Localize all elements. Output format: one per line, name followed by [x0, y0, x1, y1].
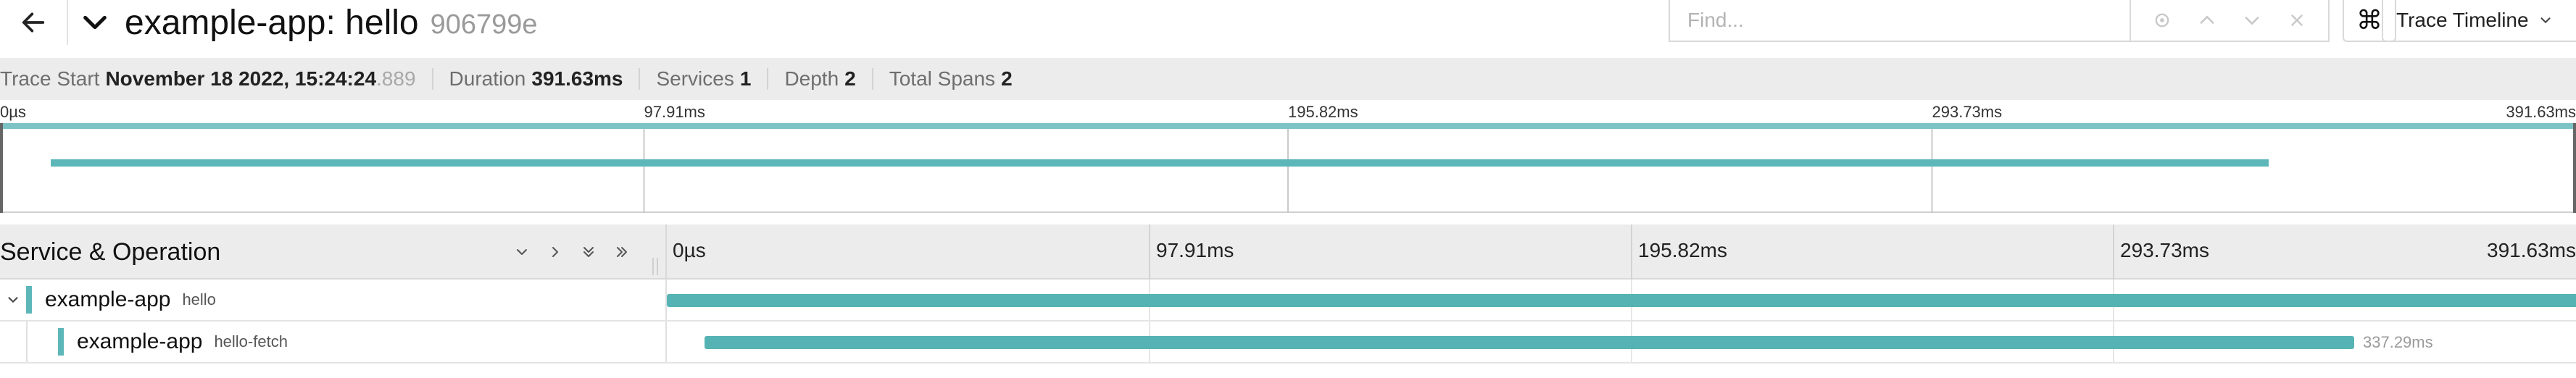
trace-id: 906799e [430, 9, 538, 40]
trace-start-value: November 18 2022, 15:24:24.889 [105, 67, 415, 91]
trace-start: Trace Start November 18 2022, 15:24:24.8… [0, 67, 433, 91]
minimap-tick-label: 195.82ms [1288, 103, 1358, 121]
services-value: 1 [739, 67, 752, 90]
trace-start-datetime: November 18 2022, 15:24:24 [105, 67, 377, 90]
span-timeline-cell[interactable]: 337.29ms [667, 322, 2576, 362]
double-chevron-right-icon[interactable] [610, 238, 633, 266]
span-duration-label: 337.29ms [2363, 333, 2433, 351]
timeline-tick-label: 391.63ms [2487, 239, 2576, 261]
service-color-marker [58, 328, 64, 356]
chevron-down-icon [83, 15, 107, 30]
find-input[interactable] [1669, 0, 2130, 42]
duration-label: Duration [449, 67, 526, 90]
chevron-down-icon[interactable] [510, 238, 533, 266]
duration-value: 391.63ms [531, 67, 623, 90]
span-bar[interactable] [705, 336, 2354, 349]
minimap-tick-label: 391.63ms [2506, 103, 2576, 121]
timeline-tick-label: 293.73ms [2120, 239, 2209, 261]
chevron-down-icon [8, 297, 18, 303]
view-select-label: Trace Timeline [2396, 9, 2529, 31]
service-operation-header: Service & Operation [0, 224, 667, 280]
span-timeline-cell[interactable] [667, 280, 2576, 320]
span-indent-guide [26, 322, 58, 362]
minimap-tick-label: 97.91ms [644, 103, 705, 121]
duration: Duration 391.63ms [433, 67, 641, 90]
timeline-ticks: 0µs 97.91ms 195.82ms 293.73ms 391.63ms [667, 224, 2576, 280]
trace-title: example-app: hello 906799e [125, 0, 538, 45]
total-spans: Total Spans 2 [873, 67, 1029, 90]
span-row[interactable]: example-app hello-fetch 337.29ms [0, 322, 2576, 364]
minimap-canvas[interactable] [0, 123, 2576, 213]
chevron-down-icon [2540, 17, 2551, 23]
double-chevron-down-icon[interactable] [577, 238, 600, 266]
minimap-span-bar [51, 159, 2269, 167]
arrow-left-icon [22, 12, 45, 33]
services-label: Services [656, 67, 734, 90]
timeline-gridline [1149, 224, 1150, 280]
span-name-cell[interactable]: example-app hello-fetch [0, 322, 667, 362]
arrow-up-icon[interactable] [2193, 6, 2222, 35]
depth-label: Depth [784, 67, 839, 90]
total-spans-value: 2 [1001, 67, 1013, 90]
expand-controls [510, 238, 633, 266]
timeline-tick-label: 0µs [673, 239, 706, 261]
timeline-tick-label: 97.91ms [1156, 239, 1234, 261]
trace-minimap[interactable]: 0µs 97.91ms 195.82ms 293.73ms 391.63ms [0, 100, 2576, 213]
services: Services 1 [640, 67, 769, 90]
span-rows: example-app hello example-app hello-fetc… [0, 280, 2576, 364]
minimap-right-handle[interactable] [2573, 123, 2576, 213]
chevron-right-icon[interactable] [544, 238, 567, 266]
depth-value: 2 [844, 67, 856, 90]
timeline-gridline [2113, 224, 2114, 280]
timeline-tick-label: 195.82ms [1638, 239, 1727, 261]
find-controls [2130, 0, 2330, 42]
minimap-root-bar [0, 123, 2576, 129]
column-resize-handle[interactable] [652, 258, 658, 275]
minimap-left-handle[interactable] [0, 123, 3, 213]
trace-start-label: Trace Start [0, 67, 100, 90]
span-service-name: example-app [77, 329, 203, 353]
span-operation-name: hello-fetch [214, 332, 288, 350]
span-operation-name: hello [182, 290, 216, 308]
span-bar[interactable] [667, 294, 2576, 307]
minimap-ticks: 0µs 97.91ms 195.82ms 293.73ms 391.63ms [0, 100, 2576, 123]
trace-start-ms: .889 [376, 67, 416, 90]
service-color-marker [26, 286, 32, 314]
total-spans-label: Total Spans [889, 67, 996, 90]
view-select[interactable]: Trace Timeline [2382, 0, 2576, 42]
trace-service-operation: example-app: hello [125, 3, 419, 42]
span-service-name: example-app [45, 287, 171, 311]
timeline-gridline [1631, 224, 1632, 280]
depth: Depth 2 [768, 67, 873, 90]
trace-summary: Trace Start November 18 2022, 15:24:24.8… [0, 58, 2576, 100]
timeline-header: Service & Operation 0µs 97.91ms 195.82ms… [0, 224, 2576, 280]
collapse-header-button[interactable] [78, 6, 112, 39]
span-row[interactable]: example-app hello [0, 280, 2576, 322]
command-key-icon: ⌘ [2356, 5, 2382, 35]
back-button[interactable] [0, 0, 68, 45]
close-icon[interactable] [2282, 6, 2311, 35]
span-toggle[interactable] [0, 280, 26, 320]
minimap-tick-label: 293.73ms [1932, 103, 2003, 121]
trace-header: example-app: hello 906799e ⌘ [0, 0, 2576, 45]
arrow-down-icon[interactable] [2238, 6, 2267, 35]
service-operation-title: Service & Operation [0, 238, 221, 266]
locate-icon[interactable] [2148, 6, 2177, 35]
span-name-cell[interactable]: example-app hello [0, 280, 667, 320]
minimap-tick-label: 0µs [0, 103, 26, 121]
